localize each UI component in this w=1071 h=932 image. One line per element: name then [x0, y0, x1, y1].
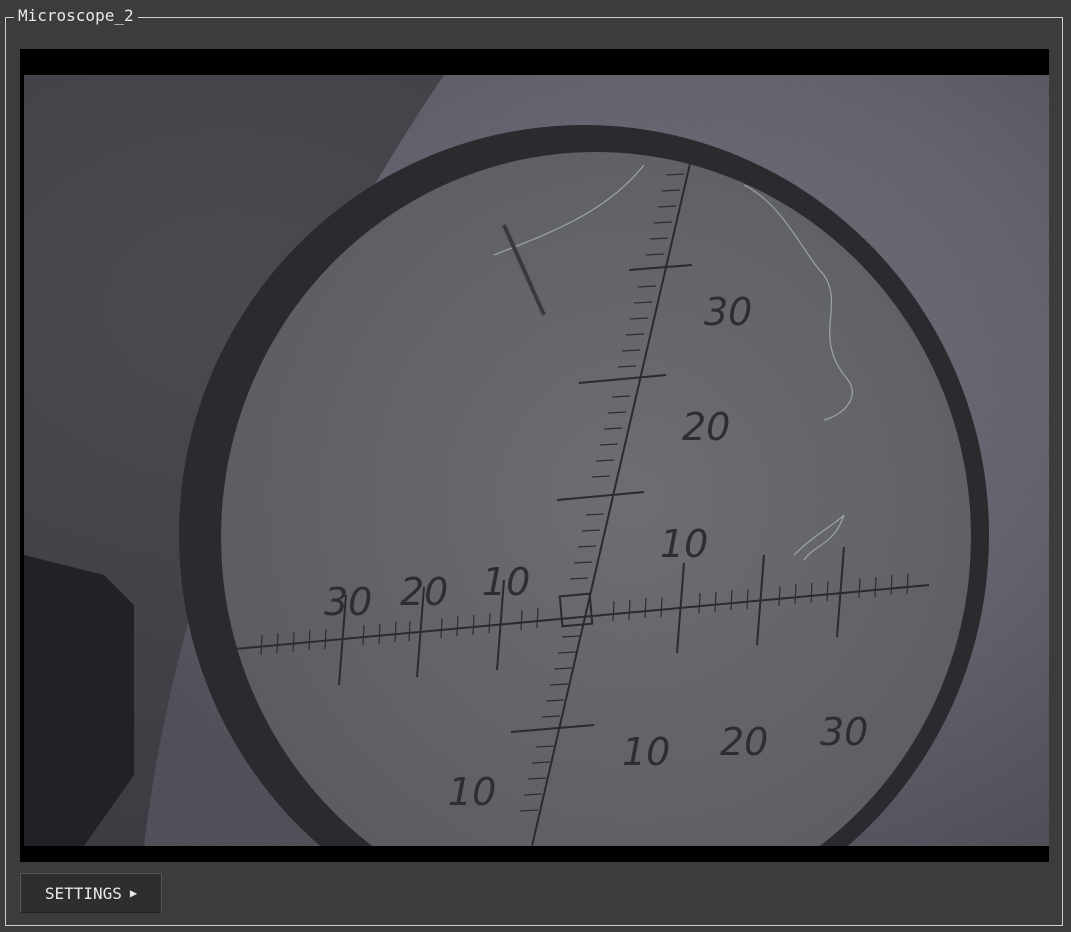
scale-label-v-30: 30 — [704, 290, 752, 334]
triangle-right-icon: ▶ — [129, 886, 138, 900]
scale-label-h-right-20: 20 — [720, 720, 768, 764]
scale-label-h-right-30: 30 — [820, 710, 868, 754]
settings-button[interactable]: SETTINGS ▶ — [20, 873, 162, 913]
scale-label-v-down-10: 10 — [448, 770, 496, 814]
settings-label: SETTINGS — [44, 883, 122, 903]
microscope-image: 30 20 10 10 30 20 10 10 20 30 — [24, 75, 1049, 846]
scale-label-h-30: 30 — [324, 580, 372, 624]
scale-label-v-20: 20 — [682, 405, 730, 449]
panel-title: Microscope_2 — [14, 6, 138, 26]
scale-label-h-right-10: 10 — [622, 730, 670, 774]
camera-viewport[interactable]: 30 20 10 10 30 20 10 10 20 30 — [20, 49, 1049, 862]
scale-label-v-10: 10 — [660, 522, 708, 566]
scale-label-h-10: 10 — [482, 560, 530, 604]
scale-label-h-20: 20 — [400, 570, 448, 614]
